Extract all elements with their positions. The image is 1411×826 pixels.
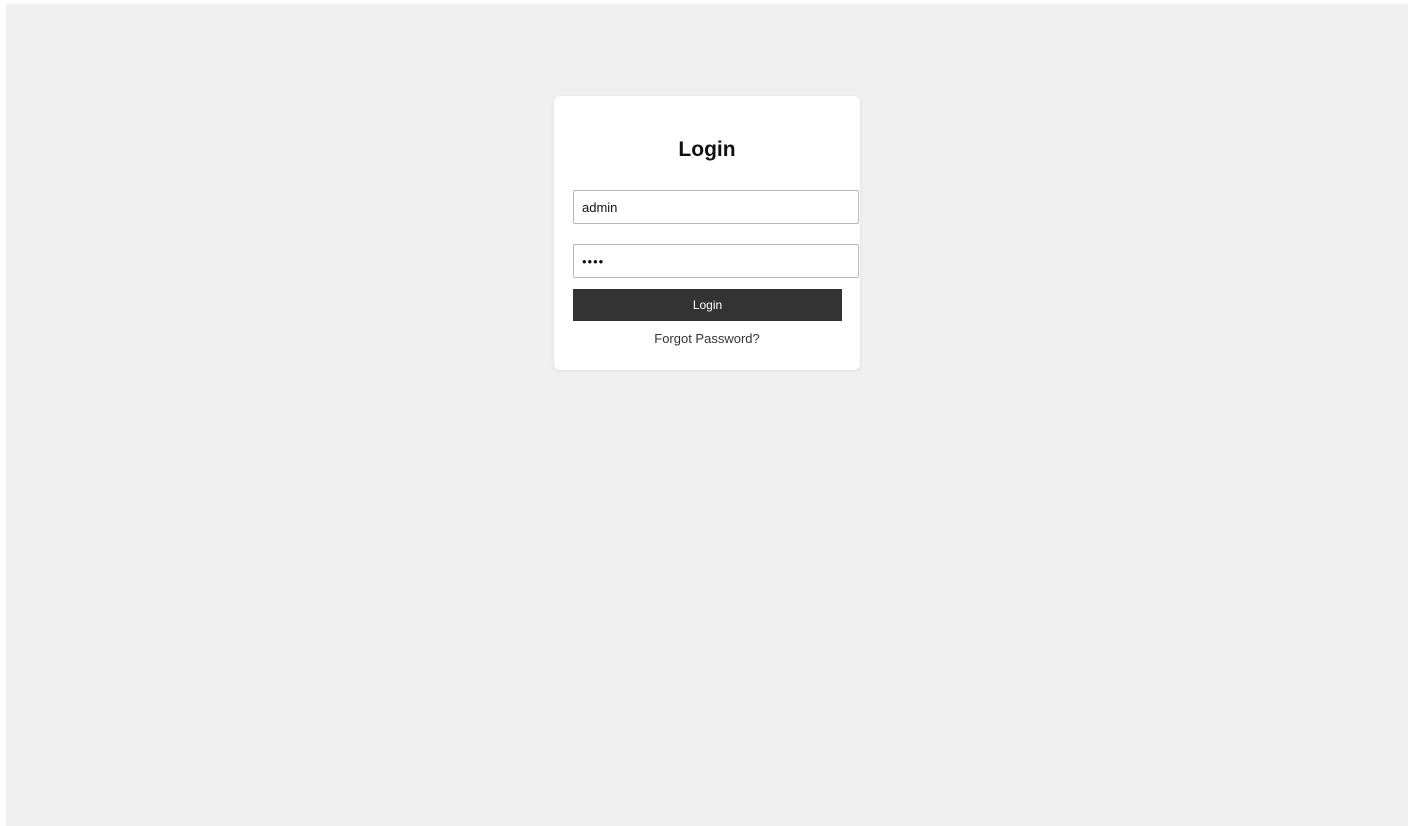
forgot-password-link[interactable]: Forgot Password? bbox=[554, 331, 860, 347]
page-background: Login Login Forgot Password? bbox=[6, 4, 1408, 826]
password-input[interactable] bbox=[573, 244, 859, 278]
login-card: Login Login Forgot Password? bbox=[554, 96, 860, 370]
username-input[interactable] bbox=[573, 190, 859, 224]
login-title: Login bbox=[678, 138, 736, 161]
login-button[interactable]: Login bbox=[573, 289, 842, 321]
